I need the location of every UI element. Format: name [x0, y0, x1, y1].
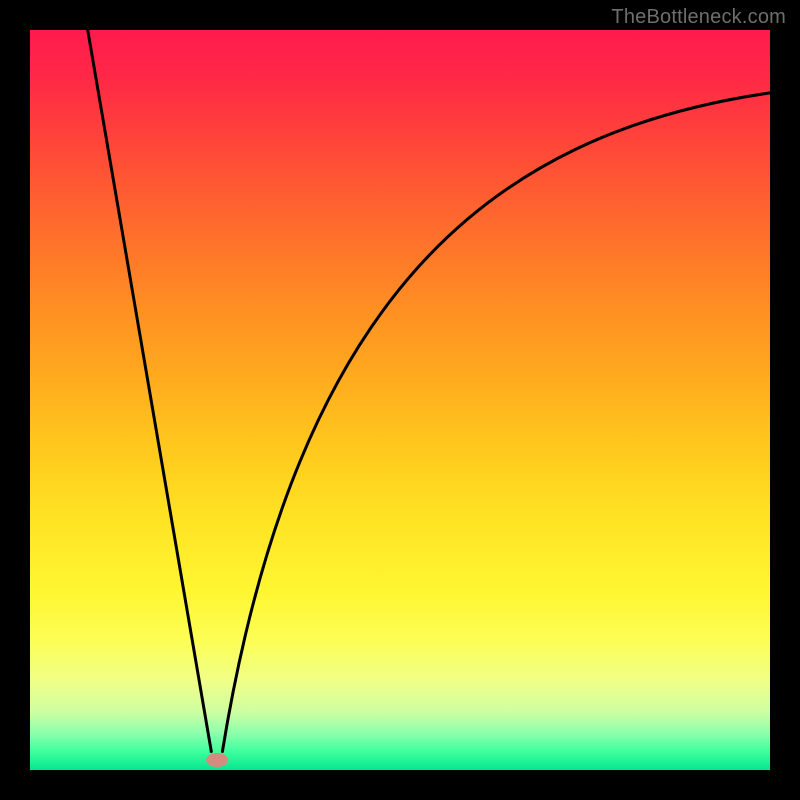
plot-area	[30, 30, 770, 770]
curve-svg	[30, 30, 770, 770]
chart-frame: TheBottleneck.com	[0, 0, 800, 800]
bottleneck-curve	[88, 30, 770, 752]
minimum-marker	[206, 753, 228, 767]
watermark-text: TheBottleneck.com	[611, 6, 786, 29]
